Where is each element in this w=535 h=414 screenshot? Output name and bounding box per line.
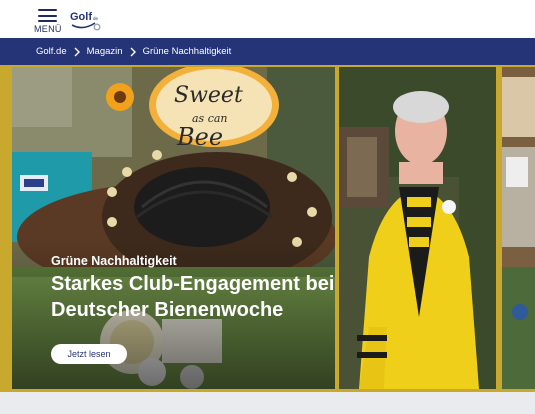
sign-text-bee: Bee [176, 123, 223, 151]
bee-costume-photo [339, 67, 496, 389]
hero-headline[interactable]: Starkes Club-Engagement bei Deutscher Bi… [51, 271, 335, 323]
hero-category: Grüne Nachhaltigkeit [51, 254, 177, 268]
clubhouse-photo [502, 67, 535, 389]
logo-suffix: de [93, 16, 99, 21]
chevron-right-icon [130, 47, 136, 56]
menu-label: MENÜ [34, 24, 62, 34]
menu-button[interactable]: MENÜ [32, 6, 66, 34]
breadcrumb-current: Grüne Nachhaltigkeit [142, 46, 232, 57]
sign-text-sweet: Sweet [174, 83, 243, 108]
hero-main-image[interactable]: Sweet as can Bee Grüne Nachhaltigkeit St… [12, 67, 335, 389]
golf-de-logo[interactable]: Golf de [69, 7, 105, 33]
hero-gallery: Sweet as can Bee Grüne Nachhaltigkeit St… [0, 65, 535, 392]
breadcrumb: Golf.de Magazin Grüne Nachhaltigkeit [0, 38, 535, 65]
hero-third-image[interactable] [502, 67, 535, 389]
chevron-right-icon [74, 47, 80, 56]
read-more-button[interactable]: Jetzt lesen [51, 344, 127, 364]
breadcrumb-home[interactable]: Golf.de [36, 46, 67, 57]
breadcrumb-magazin[interactable]: Magazin [87, 46, 123, 57]
hero-second-image[interactable] [339, 67, 496, 389]
bottom-bar [0, 392, 535, 414]
top-bar: MENÜ Golf de [0, 0, 535, 38]
hamburger-icon [38, 9, 57, 22]
logo-text: Golf [70, 11, 92, 23]
